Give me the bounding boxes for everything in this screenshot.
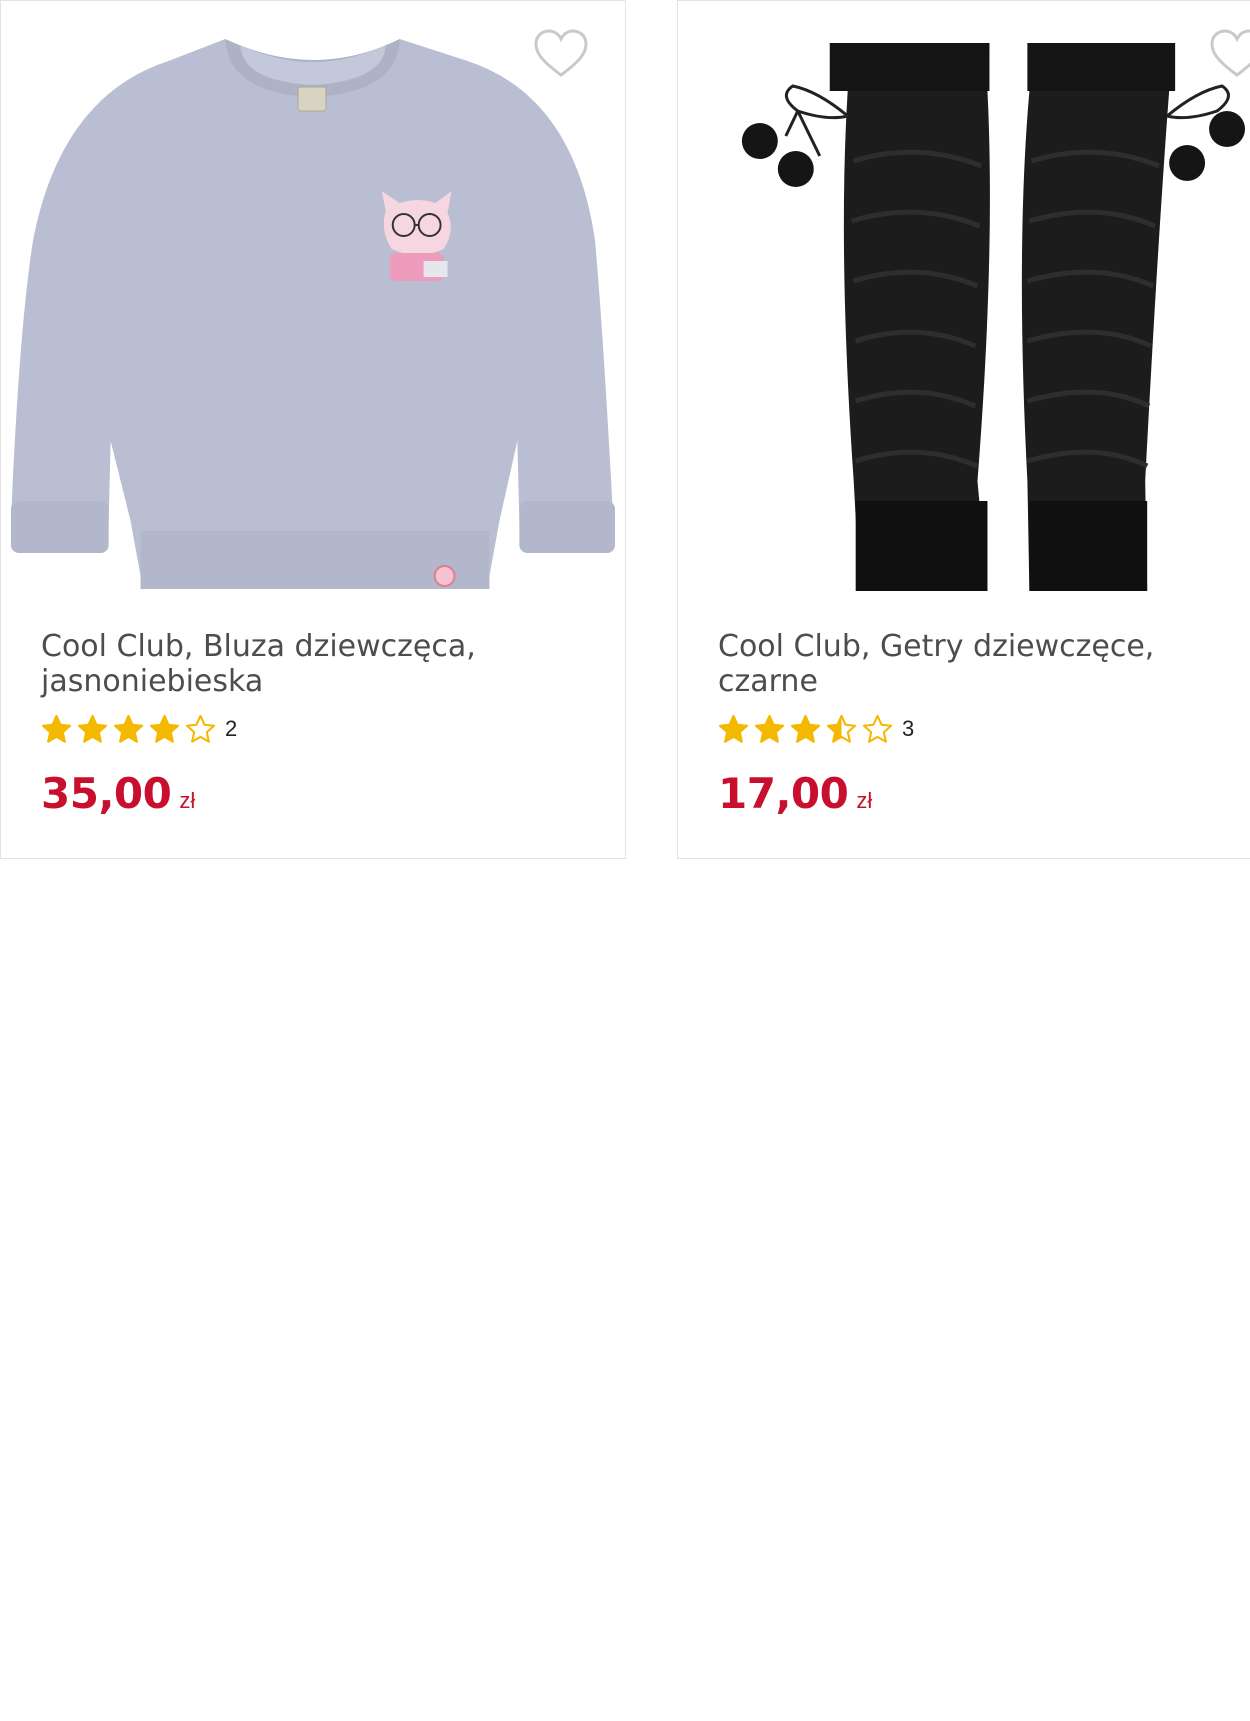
product-image-leg-warmers[interactable] <box>678 1 1250 601</box>
star-half-icon <box>826 714 857 743</box>
product-rating: 2 <box>41 713 237 745</box>
product-price: 35,00 zł <box>41 769 195 818</box>
star-empty-icon <box>185 714 216 743</box>
star-full-icon <box>77 714 108 743</box>
product-title[interactable]: Cool Club, Bluza dziewczęca, jasnoniebie… <box>41 629 581 699</box>
rating-stars <box>718 714 898 745</box>
star-full-icon <box>41 714 72 743</box>
star-full-icon <box>754 714 785 743</box>
price-amount: 17,00 <box>718 769 849 818</box>
price-amount: 35,00 <box>41 769 172 818</box>
star-full-icon <box>113 714 144 743</box>
price-currency: zł <box>179 788 196 813</box>
price-currency: zł <box>856 788 873 813</box>
product-price: 17,00 zł <box>718 769 872 818</box>
rating-stars <box>41 714 221 745</box>
star-full-icon <box>790 714 821 743</box>
star-empty-icon <box>862 714 893 743</box>
heart-icon[interactable] <box>534 29 588 79</box>
heart-icon[interactable] <box>1210 29 1250 79</box>
product-rating: 3 <box>718 713 914 745</box>
product-card[interactable]: Cool Club, Getry dziewczęce, czarne 3 17… <box>677 0 1250 859</box>
product-card[interactable]: Cool Club, Bluza dziewczęca, jasnoniebie… <box>0 0 626 859</box>
rating-count: 3 <box>902 716 915 741</box>
rating-count: 2 <box>225 716 238 741</box>
star-full-icon <box>149 714 180 743</box>
star-full-icon <box>718 714 749 743</box>
product-title[interactable]: Cool Club, Getry dziewczęce, czarne <box>718 629 1250 699</box>
product-image-sweatshirt[interactable] <box>1 1 625 601</box>
